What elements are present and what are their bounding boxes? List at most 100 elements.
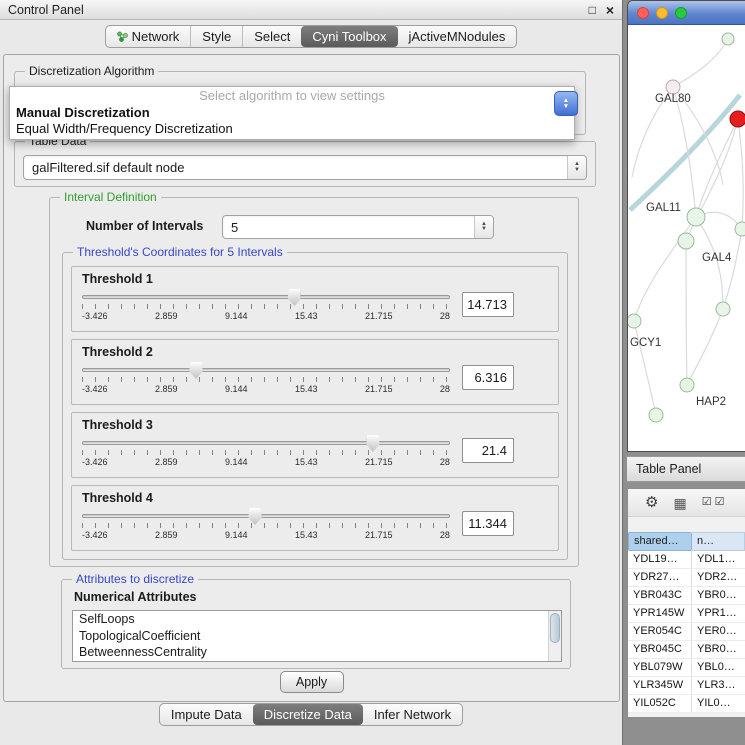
tab-style[interactable]: Style (190, 26, 242, 47)
threshold-value-field[interactable]: 6.316 (462, 365, 514, 390)
table-cell: YDR2… (692, 569, 745, 586)
table-row[interactable]: YER054CYER0… (628, 623, 745, 641)
table-row[interactable]: YPR145WYPR1… (628, 605, 745, 623)
network-node-label: GAL80 (655, 93, 691, 105)
scale-label: -3.426 (82, 457, 108, 467)
dropdown-option[interactable]: Manual Discretization (10, 105, 574, 121)
slider-scale: -3.4262.8599.14415.4321.71528 (82, 530, 450, 540)
list-scrollbar[interactable] (548, 611, 561, 661)
slider-scale: -3.4262.8599.14415.4321.71528 (82, 311, 450, 321)
table-cell: YER054C (628, 623, 692, 640)
control-panel-titlebar: Control Panel □ × (0, 0, 622, 20)
slider-ticks (82, 304, 450, 309)
control-panel-window: Control Panel □ × NetworkStyleSelectCyni… (0, 0, 623, 745)
tab-cyni-toolbox[interactable]: Cyni Toolbox (301, 26, 397, 47)
network-node-label: HAP2 (696, 396, 726, 408)
network-node[interactable] (722, 33, 734, 45)
dropdown-option[interactable]: Equal Width/Frequency Discretization (10, 121, 574, 137)
table-cell: YBR0… (692, 587, 745, 604)
table-row[interactable]: YLR345WYLR3… (628, 677, 745, 695)
scrollbar-thumb[interactable] (550, 613, 560, 643)
scale-label: 9.144 (225, 384, 248, 394)
attributes-items: SelfLoopsTopologicalCoefficientBetweenne… (73, 611, 561, 661)
close-window-button[interactable]: × (606, 3, 614, 17)
threshold-slider[interactable]: -3.4262.8599.14415.4321.71528 (82, 434, 450, 467)
network-node[interactable] (628, 314, 641, 328)
network-canvas[interactable]: GAL80 GAL11 GAL4 GCY1 HAP2 (628, 25, 745, 451)
num-intervals-combobox[interactable]: 5 ▲▼ (222, 215, 494, 239)
network-node[interactable] (678, 233, 694, 249)
numerical-attributes-list[interactable]: SelfLoopsTopologicalCoefficientBetweenne… (72, 610, 562, 662)
table-panel-window: ⚙ ▦ ☑ ☑ shared… n… YDL19…YDL1…YDR27…YDR2… (627, 488, 745, 718)
zoom-traffic-light-button[interactable] (675, 7, 687, 19)
table-cell: YBR0… (692, 641, 745, 658)
numerical-attributes-label: Numerical Attributes (74, 590, 196, 604)
scale-label: 15.43 (295, 384, 318, 394)
checkbox-icon[interactable]: ☑ (702, 497, 712, 508)
slider-scale: -3.4262.8599.14415.4321.71528 (82, 384, 450, 394)
algorithm-dropdown-popup: Select algorithm to view settings Manual… (9, 86, 575, 140)
columns-icon[interactable]: ▦ (673, 496, 686, 510)
slider-track[interactable] (82, 441, 450, 445)
scale-label: 2.859 (155, 457, 178, 467)
threshold-panel: Threshold 1 -3.4262.8599.14415.4321.7152… (71, 266, 559, 332)
table-body: YDL19…YDL1…YDR27…YDR2…YBR043CYBR0…YPR145… (628, 551, 745, 713)
scale-label: -3.426 (82, 311, 108, 321)
threshold-value-field[interactable]: 21.4 (462, 438, 514, 463)
network-node[interactable] (680, 378, 694, 392)
slider-track[interactable] (82, 295, 450, 299)
checkbox-icon[interactable]: ☑ (715, 497, 725, 508)
close-traffic-light-button[interactable] (637, 7, 649, 19)
scale-label: 28 (440, 530, 450, 540)
tab-jactivemnodules[interactable]: jActiveMNodules (398, 26, 517, 47)
threshold-value-field[interactable]: 14.713 (462, 292, 514, 317)
network-node[interactable] (735, 222, 745, 236)
slider-track[interactable] (82, 368, 450, 372)
gear-icon[interactable]: ⚙ (645, 495, 658, 510)
tab-impute-data[interactable]: Impute Data (160, 704, 253, 725)
table-data-combobox[interactable]: galFiltered.sif default node ▲▼ (23, 155, 587, 180)
list-item[interactable]: BetweennessCentrality (73, 644, 561, 661)
list-item[interactable]: SelfLoops (73, 611, 561, 628)
threshold-slider[interactable]: -3.4262.8599.14415.4321.71528 (82, 507, 450, 540)
table-cell: YPR1… (692, 605, 745, 622)
float-window-button[interactable]: □ (589, 4, 596, 16)
slider-track[interactable] (82, 514, 450, 518)
table-row[interactable]: YDL19…YDL1… (628, 551, 745, 569)
tab-select[interactable]: Select (242, 26, 301, 47)
network-icon (117, 31, 128, 42)
table-row[interactable]: YBR045CYBR0… (628, 641, 745, 659)
table-row[interactable]: YBR043CYBR0… (628, 587, 745, 605)
stepper-icon[interactable]: ▲▼ (567, 156, 586, 179)
network-node[interactable] (666, 80, 680, 94)
slider-ticks (82, 450, 450, 455)
slider-ticks (82, 523, 450, 528)
down-arrow-icon: ▼ (481, 227, 487, 233)
tab-infer-network[interactable]: Infer Network (363, 704, 462, 725)
minimize-traffic-light-button[interactable] (656, 7, 668, 19)
threshold-slider[interactable]: -3.4262.8599.14415.4321.71528 (82, 361, 450, 394)
table-cell: YBR045C (628, 641, 692, 658)
network-node[interactable] (716, 302, 730, 316)
threshold-slider[interactable]: -3.4262.8599.14415.4321.71528 (82, 288, 450, 321)
combo-stepper-button[interactable]: ▲ ▼ (554, 91, 578, 116)
scale-label: 21.715 (365, 311, 393, 321)
stepper-icon[interactable]: ▲▼ (474, 216, 493, 238)
network-node-selected[interactable] (730, 111, 745, 127)
network-node[interactable] (649, 408, 663, 422)
network-node-label: GAL11 (646, 202, 681, 214)
table-row[interactable]: YDR27…YDR2… (628, 569, 745, 587)
column-header[interactable]: shared… (628, 532, 692, 551)
column-header[interactable]: n… (692, 532, 745, 551)
scale-label: 21.715 (365, 457, 393, 467)
apply-button[interactable]: Apply (280, 671, 344, 693)
network-node[interactable] (687, 208, 705, 226)
list-item[interactable]: TopologicalCoefficient (73, 628, 561, 645)
table-row[interactable]: YIL052CYIL0… (628, 695, 745, 713)
tab-network[interactable]: Network (106, 26, 191, 47)
tab-discretize-data[interactable]: Discretize Data (253, 704, 363, 725)
threshold-value-field[interactable]: 11.344 (462, 511, 514, 536)
scale-label: 28 (440, 311, 450, 321)
table-panel-header: Table Panel (627, 456, 745, 482)
table-row[interactable]: YBL079WYBL0… (628, 659, 745, 677)
